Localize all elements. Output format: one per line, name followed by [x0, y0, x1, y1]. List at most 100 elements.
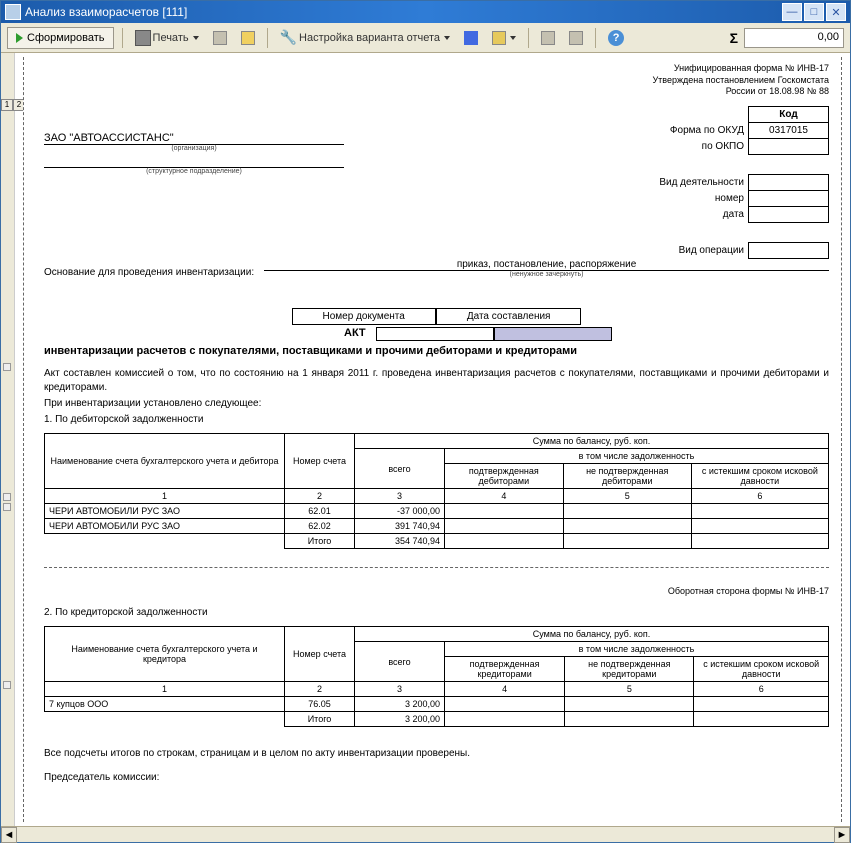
- creditor-table: Наименование счета бухгалтерского учета …: [44, 626, 829, 727]
- chevron-down-icon: [193, 36, 199, 40]
- save-config-button[interactable]: [460, 27, 482, 49]
- window-title: Анализ взаиморасчетов [111]: [25, 5, 782, 19]
- th-including: в том числе задолженность: [445, 449, 829, 464]
- sum-field[interactable]: 0,00: [744, 28, 844, 48]
- horizontal-scrollbar[interactable]: ◄ ►: [1, 826, 850, 842]
- maximize-button[interactable]: □: [804, 3, 824, 21]
- config-button[interactable]: 🔧 Настройка варианта отчета: [276, 27, 454, 49]
- basis-value: приказ, постановление, распоряжение: [264, 259, 829, 271]
- toolbar: Сформировать Печать 🔧 Настройка варианта…: [1, 23, 850, 53]
- cell-name: ЧЕРИ АВТОМОБИЛИ РУС ЗАО: [45, 519, 285, 534]
- play-icon: [16, 33, 23, 43]
- scroll-left-button[interactable]: ◄: [1, 827, 17, 843]
- col-num: 1: [45, 682, 285, 697]
- header-line2: Утверждена постановлением Госкомстата: [44, 75, 829, 87]
- okpo-value: [749, 139, 829, 155]
- scroll-right-button[interactable]: ►: [834, 827, 850, 843]
- form-button-label: Сформировать: [27, 32, 105, 44]
- tool-btn-4[interactable]: [565, 27, 587, 49]
- cell-total: -37 000,00: [355, 504, 445, 519]
- question-icon: ?: [608, 30, 624, 46]
- left-ruler: 1 2 3: [1, 53, 15, 826]
- col-num: 6: [694, 682, 829, 697]
- th-account: Номер счета: [285, 627, 355, 682]
- table-total-row: Итого 3 200,00: [45, 712, 829, 727]
- col-num: 2: [285, 489, 355, 504]
- okud-value: 0317015: [749, 123, 829, 139]
- kod-header: Код: [749, 107, 829, 123]
- th-sum: Сумма по балансу, руб. коп.: [355, 627, 829, 642]
- okpo-label: по ОКПО: [653, 139, 748, 155]
- org-name: ЗАО "АВТОАССИСТАНС": [44, 132, 344, 145]
- tool-btn-1[interactable]: [209, 27, 231, 49]
- section-1: 1. По дебиторской задолженности: [44, 413, 829, 427]
- form-header: Унифицированная форма № ИНВ-17 Утвержден…: [44, 63, 829, 98]
- th-confirmed: подтвержденная дебиторами: [445, 464, 564, 489]
- org-hint: (организация): [44, 145, 344, 152]
- code-table: Код Форма по ОКУД0317015 по ОКПО Вид дея…: [653, 106, 829, 259]
- grid-icon: [213, 31, 227, 45]
- th-sum: Сумма по балансу, руб. коп.: [355, 434, 829, 449]
- group-marker[interactable]: [3, 493, 11, 501]
- act-header: Номер документа Дата составления АКТ инв…: [44, 308, 829, 357]
- text-icon: [241, 31, 255, 45]
- form-button[interactable]: Сформировать: [7, 27, 114, 49]
- basis-label: Основание для проведения инвентаризации:: [44, 267, 254, 278]
- open-config-button[interactable]: [488, 27, 520, 49]
- open-icon: [492, 31, 506, 45]
- th-unconfirmed: не подтвержденная дебиторами: [563, 464, 691, 489]
- page-divider: [44, 567, 829, 568]
- th-confirmed: подтвержденная кредиторами: [445, 657, 565, 682]
- save-icon: [464, 31, 478, 45]
- outline-tab-1[interactable]: 1: [1, 99, 13, 111]
- header-line1: Унифицированная форма № ИНВ-17: [44, 63, 829, 75]
- cell-acct: 62.02: [285, 519, 355, 534]
- header-line3: России от 18.08.98 № 88: [44, 86, 829, 98]
- activity-label: Вид деятельности: [653, 175, 748, 191]
- th-expired: с истекшим сроком исковой давности: [694, 657, 829, 682]
- number-value: [749, 191, 829, 207]
- th-expired: с истекшим сроком исковой давности: [691, 464, 828, 489]
- th-name: Наименование счета бухгалтерского учета …: [45, 627, 285, 682]
- section-2: 2. По кредиторской задолженности: [44, 606, 829, 620]
- print-button[interactable]: Печать: [131, 27, 203, 49]
- col-num: 4: [445, 489, 564, 504]
- group-marker[interactable]: [3, 363, 11, 371]
- minimize-button[interactable]: —: [782, 3, 802, 21]
- group-marker[interactable]: [3, 681, 11, 689]
- activity-value: [749, 175, 829, 191]
- separator: [122, 28, 123, 48]
- config-label: Настройка варианта отчета: [299, 32, 440, 44]
- close-button[interactable]: ✕: [826, 3, 846, 21]
- printer-icon: [135, 30, 151, 46]
- doc-num-value: [376, 327, 494, 341]
- act-subtitle: инвентаризации расчетов с покупателями, …: [44, 345, 577, 357]
- document-area: 1 2 3 Унифицированная форма № ИНВ-17 Утв…: [1, 53, 850, 826]
- tool-btn-3[interactable]: [537, 27, 559, 49]
- separator: [528, 28, 529, 48]
- cell-name: ЧЕРИ АВТОМОБИЛИ РУС ЗАО: [45, 504, 285, 519]
- titlebar: Анализ взаиморасчетов [111] — □ ✕: [1, 1, 850, 23]
- footer-text-2: Председатель комиссии:: [44, 771, 829, 785]
- col-num: 1: [45, 489, 285, 504]
- th-name: Наименование счета бухгалтерского учета …: [45, 434, 285, 489]
- help-button[interactable]: ?: [604, 27, 628, 49]
- tool-btn-2[interactable]: [237, 27, 259, 49]
- table-row: ЧЕРИ АВТОМОБИЛИ РУС ЗАО 62.01 -37 000,00: [45, 504, 829, 519]
- cell-total: 3 200,00: [355, 697, 445, 712]
- debtor-table: Наименование счета бухгалтерского учета …: [44, 433, 829, 549]
- table-total-row: Итого 354 740,94: [45, 534, 829, 549]
- doc-date-value: [494, 327, 612, 341]
- back-note: Оборотная сторона формы № ИНВ-17: [44, 586, 829, 596]
- group-marker[interactable]: [3, 503, 11, 511]
- doc-num-header: Номер документа: [292, 308, 436, 325]
- table-row: 7 купцов ООО 76.05 3 200,00: [45, 697, 829, 712]
- separator: [267, 28, 268, 48]
- col-num: 6: [691, 489, 828, 504]
- chevron-down-icon: [444, 36, 450, 40]
- itogo-label: Итого: [285, 712, 355, 727]
- itogo-label: Итого: [285, 534, 355, 549]
- print-label: Печать: [153, 32, 189, 44]
- footer-text-1: Все подсчеты итогов по строкам, страница…: [44, 747, 829, 761]
- document-content: Унифицированная форма № ИНВ-17 Утвержден…: [23, 57, 842, 822]
